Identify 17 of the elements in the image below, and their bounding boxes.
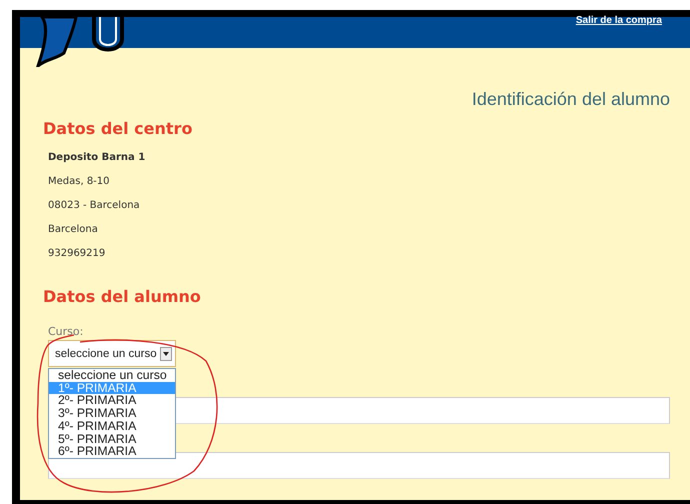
center-info-line: Medas, 8-10 [48, 176, 111, 187]
dropdown-option[interactable]: 3º- PRIMARIA [49, 407, 175, 420]
center-name: Deposito Barna 1 [48, 152, 146, 163]
dropdown-option[interactable]: 2º- PRIMARIA [49, 394, 175, 408]
dropdown-option[interactable]: 6º- PRIMARIA [49, 445, 175, 458]
section-heading: Datos del alumno [43, 287, 202, 306]
dropdown-option[interactable]: seleccione un curso [49, 369, 175, 382]
center-info-line: 08023 - Barcelona [48, 200, 141, 211]
exit-link[interactable]: Salir de la compra [576, 15, 662, 26]
center-info-line: 932969219 [48, 248, 106, 259]
center-info-line: Barcelona [48, 224, 99, 235]
field-label: Curso: [48, 325, 84, 338]
section-heading: Datos del centro [43, 119, 194, 138]
dropdown-option[interactable]: 4º- PRIMARIA [49, 420, 175, 433]
page-title: Identificación del alumno [472, 89, 670, 110]
course-select[interactable]: seleccione un curso [48, 340, 176, 367]
dropdown-option[interactable]: 5º- PRIMARIA [49, 432, 175, 446]
